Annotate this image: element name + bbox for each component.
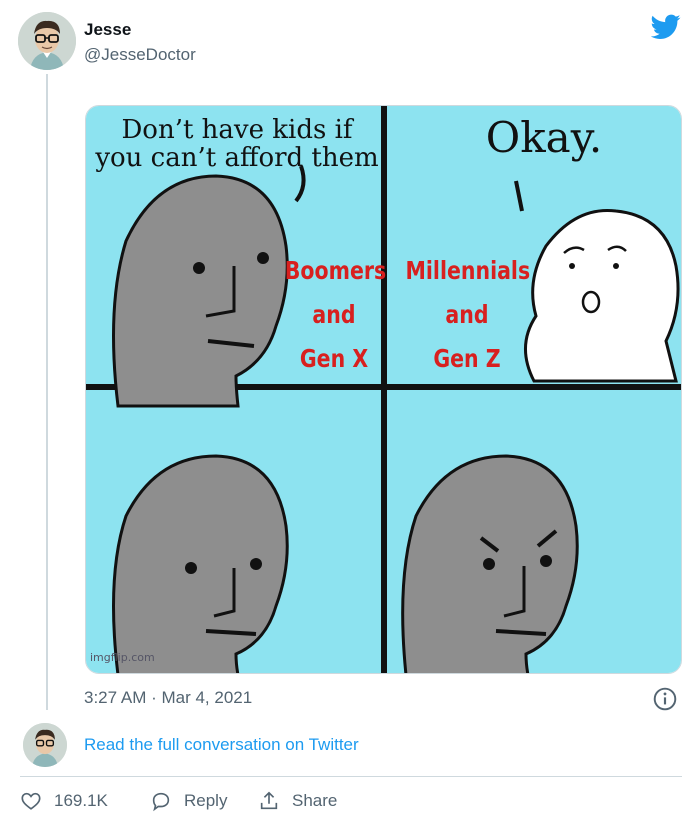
share-icon (260, 791, 278, 810)
label-left-line1: Boomers (284, 256, 387, 285)
thread-connector-line (46, 74, 48, 710)
twitter-bird-icon[interactable] (650, 14, 681, 40)
author-avatar-small[interactable] (23, 723, 67, 767)
label-right-line1: Millennials (405, 256, 531, 285)
speech-text-panel2: Okay. (485, 113, 603, 162)
label-right-line2: and (445, 300, 489, 329)
reply-bubble-icon (152, 792, 170, 812)
label-boomers-genx: Boomers and Gen X (284, 256, 387, 388)
speech-line-2: you can’t afford them (95, 143, 379, 173)
meme-image[interactable]: Don’t have kids if you can’t afford them… (85, 105, 682, 674)
tweet-timestamp[interactable]: 3:27 AM · Mar 4, 2021 (84, 688, 252, 708)
heart-icon (21, 792, 41, 810)
like-button[interactable]: 169.1K (20, 790, 108, 812)
label-left-line3: Gen X (299, 344, 369, 373)
speech-text-panel1: Don’t have kids if you can’t afford them (92, 116, 382, 172)
label-left-line2: and (312, 300, 356, 329)
share-button[interactable]: Share (258, 790, 337, 812)
action-divider (20, 776, 682, 777)
reply-label: Reply (184, 791, 228, 810)
author-handle[interactable]: @JesseDoctor (84, 45, 196, 65)
like-count: 169.1K (54, 791, 108, 810)
label-right-line3: Gen Z (433, 344, 501, 373)
author-name[interactable]: Jesse (84, 20, 131, 40)
imgflip-watermark: imgflip.com (90, 651, 155, 664)
author-avatar[interactable] (18, 12, 76, 70)
read-conversation-link[interactable]: Read the full conversation on Twitter (84, 735, 359, 755)
label-millennials-genz: Millennials and Gen Z (405, 256, 531, 388)
share-label: Share (292, 791, 338, 810)
speech-line-1: Don’t have kids if (121, 115, 353, 145)
tweet-embed: Jesse @JesseDoctor Don’t have kids if yo… (0, 0, 700, 826)
reply-button[interactable]: Reply (150, 790, 227, 812)
info-icon[interactable] (652, 686, 678, 712)
